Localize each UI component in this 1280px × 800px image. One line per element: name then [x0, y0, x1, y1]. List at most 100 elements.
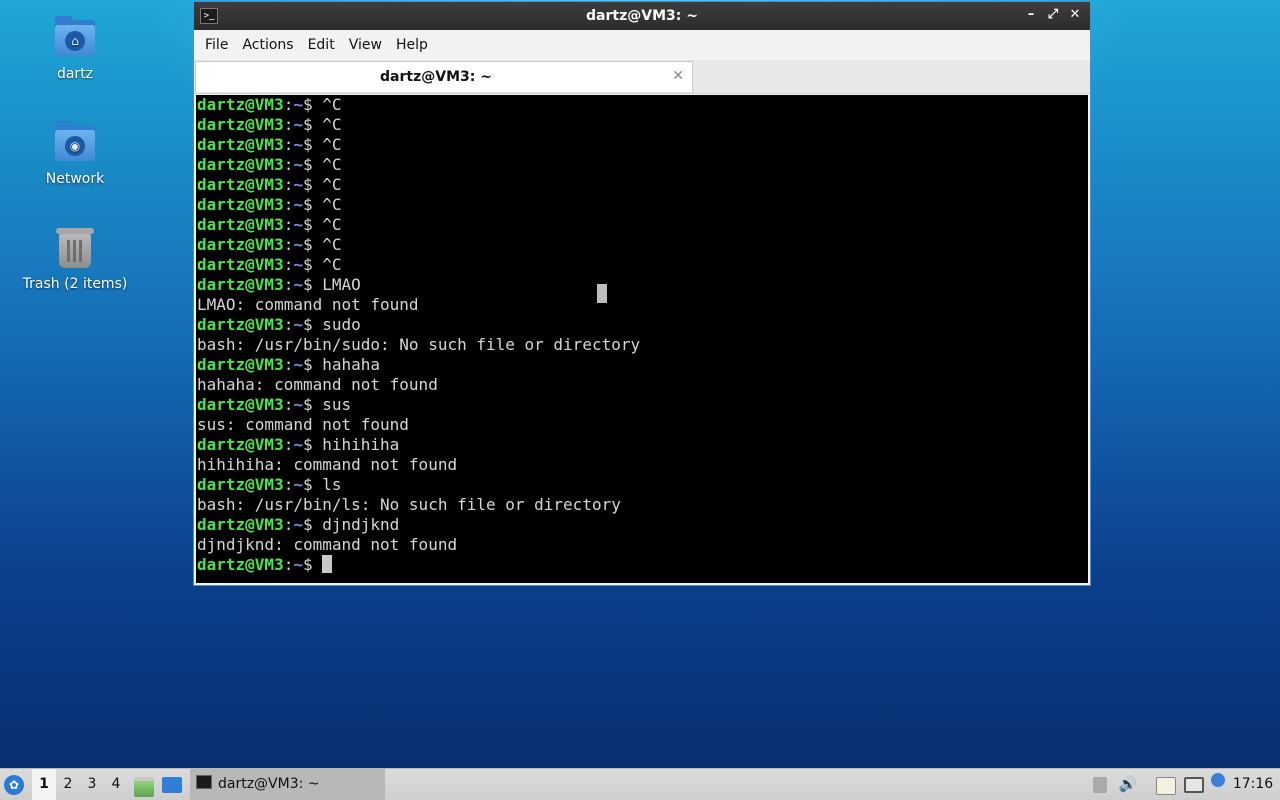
prompt-path: ~ — [293, 435, 303, 454]
command-text: ^C — [322, 175, 342, 194]
mouse-text-cursor — [597, 284, 607, 303]
terminal-prompt-line: dartz@VM3:~$ ^C — [196, 235, 1088, 255]
prompt-symbol: $ — [302, 255, 323, 274]
menu-actions[interactable]: Actions — [235, 37, 300, 53]
show-desktop-launcher[interactable] — [159, 769, 185, 800]
terminal-window: >_ dartz@VM3: ~ – ⤢ ✕ File Actions Edit … — [193, 1, 1091, 586]
window-titlebar[interactable]: >_ dartz@VM3: ~ – ⤢ ✕ — [194, 2, 1090, 30]
terminal-cursor — [322, 555, 333, 573]
start-menu-button[interactable]: ✿ — [4, 769, 28, 800]
terminal-prompt-line: dartz@VM3:~$ hahaha — [196, 355, 1088, 375]
terminal-prompt-line: dartz@VM3:~$ sus — [196, 395, 1088, 415]
terminal-output-line: LMAO: command not found — [197, 295, 419, 314]
menu-file[interactable]: File — [198, 37, 235, 53]
terminal-prompt-line: dartz@VM3:~$ ^C — [196, 115, 1088, 135]
terminal-prompt-line: dartz@VM3:~$ ^C — [196, 175, 1088, 195]
workspace-3[interactable]: 3 — [80, 769, 104, 800]
desktop-icon-label: Network — [45, 171, 105, 187]
prompt-separator: : — [283, 235, 294, 254]
prompt-separator: : — [283, 555, 294, 574]
prompt-separator: : — [283, 255, 294, 274]
tab-close-icon[interactable]: ✕ — [672, 68, 684, 84]
window-title: dartz@VM3: ~ — [586, 8, 698, 24]
prompt-path: ~ — [293, 235, 303, 254]
menu-help[interactable]: Help — [389, 37, 435, 53]
prompt-user: dartz@VM3 — [197, 315, 284, 334]
clipboard-icon — [1156, 777, 1176, 795]
clipboard-button[interactable] — [1152, 769, 1180, 800]
desktop-icon-label: dartz — [56, 66, 94, 82]
tray-up-icon — [1093, 777, 1107, 793]
workspace-1[interactable]: 1 — [32, 769, 56, 800]
show-desktop-icon — [162, 777, 182, 793]
terminal-prompt-line: dartz@VM3:~$ hihihiha — [196, 435, 1088, 455]
terminal-prompt-line: dartz@VM3:~$ djndjknd — [196, 515, 1088, 535]
command-text: ^C — [322, 235, 342, 254]
prompt-symbol: $ — [302, 515, 323, 534]
prompt-symbol: $ — [302, 235, 323, 254]
command-text: hahaha — [322, 355, 381, 374]
clock[interactable]: 17:16 — [1232, 769, 1274, 800]
minimize-button[interactable]: – — [1022, 6, 1040, 24]
prompt-separator: : — [283, 175, 294, 194]
trash-icon — [53, 226, 97, 270]
command-text: ^C — [322, 215, 342, 234]
desktop: ⌂ dartz ◉ Network Trash (2 items) >_ dar… — [0, 0, 1280, 800]
notification-button[interactable] — [1204, 769, 1232, 800]
prompt-symbol: $ — [302, 435, 323, 454]
close-button[interactable]: ✕ — [1066, 6, 1084, 24]
volume-button[interactable]: 🔊 — [1114, 769, 1142, 800]
volume-icon: 🔊 — [1118, 775, 1138, 793]
terminal-output-line: hahaha: command not found — [197, 375, 438, 394]
prompt-user: dartz@VM3 — [197, 475, 284, 494]
prompt-symbol: $ — [302, 275, 323, 294]
prompt-separator: : — [283, 215, 294, 234]
command-text: hihihiha — [322, 435, 400, 454]
terminal-output-line: hihihiha: command not found — [197, 455, 458, 474]
prompt-separator: : — [283, 315, 294, 334]
command-text: ^C — [322, 115, 342, 134]
prompt-user: dartz@VM3 — [197, 235, 284, 254]
prompt-user: dartz@VM3 — [197, 115, 284, 134]
workspace-2[interactable]: 2 — [56, 769, 80, 800]
command-text: ls — [322, 475, 342, 494]
network-folder-icon: ◉ — [53, 121, 97, 165]
workspace-4[interactable]: 4 — [104, 769, 128, 800]
maximize-button[interactable]: ⤢ — [1044, 6, 1062, 24]
file-manager-launcher[interactable] — [131, 769, 157, 800]
prompt-path: ~ — [293, 95, 303, 114]
terminal-prompt-line: dartz@VM3:~$ ^C — [196, 155, 1088, 175]
tab-title: dartz@VM3: ~ — [380, 69, 492, 85]
prompt-symbol: $ — [302, 115, 323, 134]
prompt-separator: : — [283, 95, 294, 114]
prompt-user: dartz@VM3 — [197, 215, 284, 234]
prompt-symbol: $ — [302, 135, 323, 154]
terminal-tab[interactable]: dartz@VM3: ~ ✕ — [195, 61, 693, 92]
desktop-icon-home[interactable]: ⌂ dartz — [15, 16, 135, 82]
home-folder-icon: ⌂ — [53, 16, 97, 60]
command-text: ^C — [322, 155, 342, 174]
terminal-prompt-line: dartz@VM3:~$ LMAO — [196, 275, 1088, 295]
menu-edit[interactable]: Edit — [301, 37, 342, 53]
terminal-output[interactable]: dartz@VM3:~$ ^C dartz@VM3:~$ ^C dartz@VM3:… — [196, 95, 1088, 583]
command-text: djndjknd — [322, 515, 400, 534]
desktop-icon-trash[interactable]: Trash (2 items) — [15, 226, 135, 292]
prompt-path: ~ — [293, 555, 303, 574]
taskbar-window-button[interactable]: dartz@VM3: ~ — [190, 769, 385, 800]
menu-view[interactable]: View — [342, 37, 389, 53]
prompt-path: ~ — [293, 315, 303, 334]
command-text: ^C — [322, 95, 342, 114]
tray-up-button[interactable] — [1086, 769, 1114, 800]
terminal-prompt-line: dartz@VM3:~$ ^C — [196, 195, 1088, 215]
prompt-user: dartz@VM3 — [197, 435, 284, 454]
network-icon — [1184, 777, 1204, 793]
terminal-prompt-line: dartz@VM3:~$ — [196, 555, 1088, 575]
prompt-path: ~ — [293, 255, 303, 274]
prompt-path: ~ — [293, 515, 303, 534]
start-menu-icon: ✿ — [4, 775, 24, 795]
terminal-output-line: bash: /usr/bin/sudo: No such file or dir… — [197, 335, 641, 354]
prompt-separator: : — [283, 435, 294, 454]
desktop-icon-network[interactable]: ◉ Network — [15, 121, 135, 187]
prompt-separator: : — [283, 475, 294, 494]
terminal-output-line: djndjknd: command not found — [197, 535, 458, 554]
